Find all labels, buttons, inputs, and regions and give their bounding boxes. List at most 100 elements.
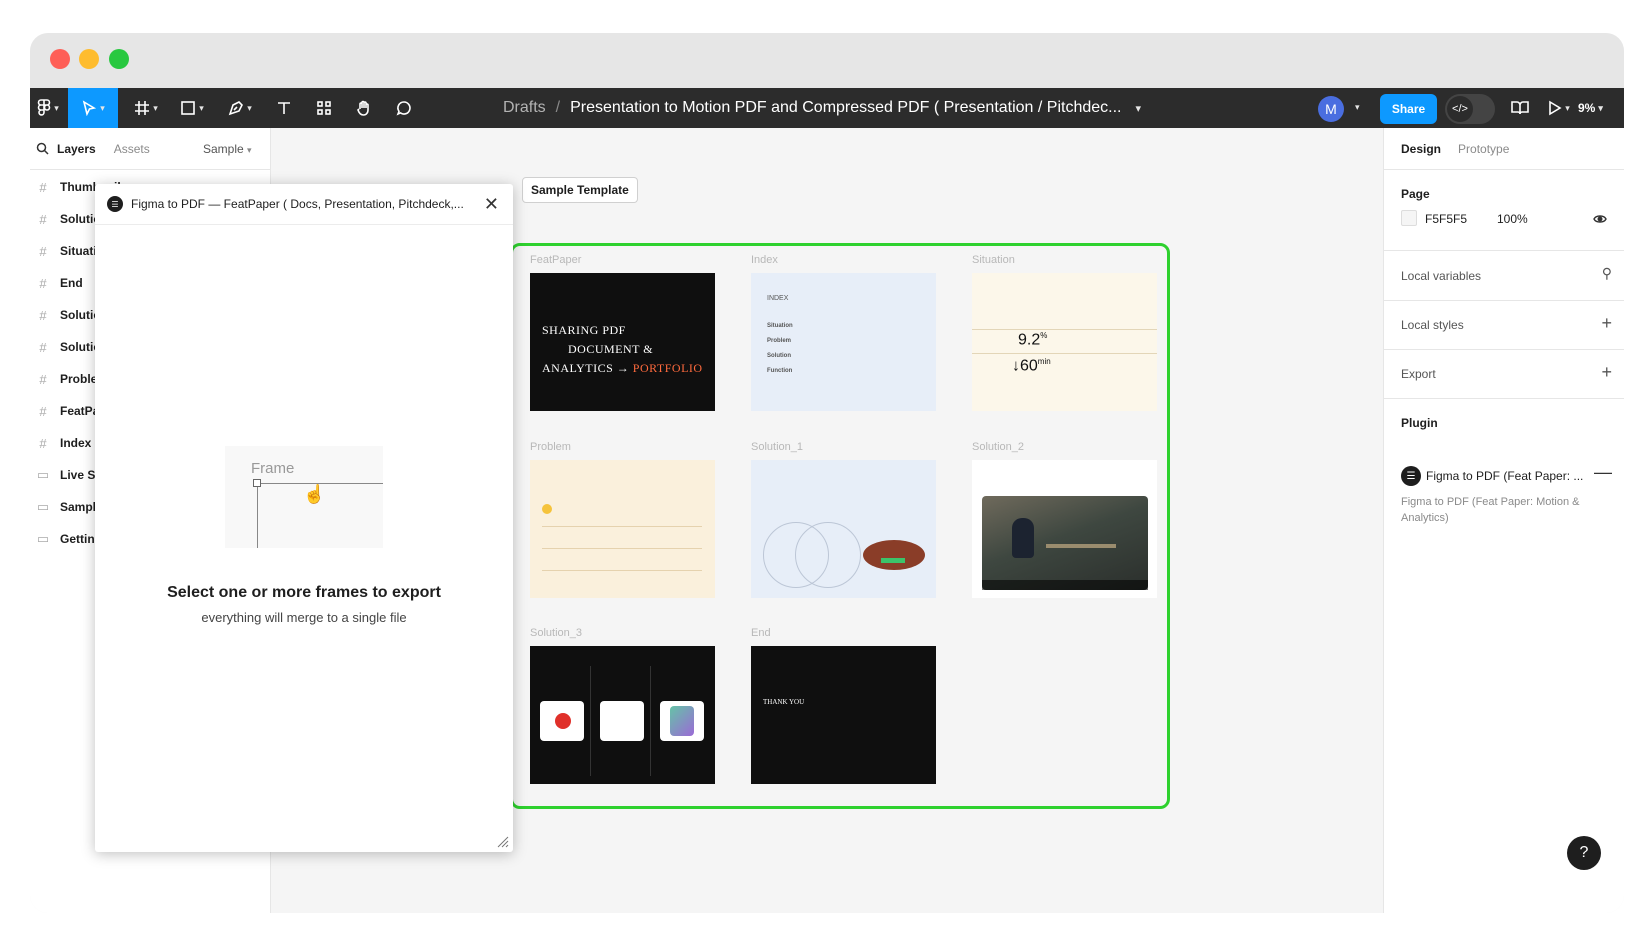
hand-tool-button[interactable] [346, 88, 382, 128]
plugin-window: ☰ Figma to PDF — FeatPaper ( Docs, Prese… [95, 184, 513, 852]
frame-thumbnail-situation[interactable]: 9.2% ↓60min [972, 273, 1157, 411]
resize-handle-icon[interactable] [497, 836, 509, 848]
close-icon[interactable]: ✕ [484, 194, 499, 215]
tab-design[interactable]: Design [1401, 142, 1441, 156]
plugin-subheading: everything will merge to a single file [201, 610, 407, 625]
plugin-title: Figma to PDF — FeatPaper ( Docs, Present… [131, 197, 464, 211]
tab-layers[interactable]: Layers [57, 142, 96, 156]
frame-thumbnail-solution-3[interactable] [530, 646, 715, 784]
chevron-down-icon: ▾ [100, 102, 105, 113]
main-menu-button[interactable]: ▾ [30, 88, 66, 128]
export-section[interactable]: Export + [1384, 350, 1624, 399]
chevron-down-icon: ▾ [199, 102, 204, 113]
file-title[interactable]: Presentation to Motion PDF and Compresse… [570, 99, 1121, 117]
play-icon [1549, 100, 1562, 116]
comment-tool-button[interactable] [386, 88, 422, 128]
layer-label: FeatPa [60, 404, 100, 418]
index-item: Problem [767, 338, 792, 344]
right-panel-tabs: Design Prototype [1384, 128, 1624, 170]
resources-button[interactable] [306, 88, 342, 128]
tab-assets[interactable]: Assets [114, 142, 150, 156]
frame-label[interactable]: Situation [972, 254, 1015, 266]
frame-thumbnail-problem[interactable] [530, 460, 715, 598]
pen-icon [228, 101, 244, 116]
index-item: Situation [767, 323, 793, 329]
frame-thumbnail-featpaper[interactable]: SHARING PDF DOCUMENT & ANALYTICS → PORTF… [530, 273, 715, 411]
frame-icon: # [39, 307, 47, 323]
frame-icon: # [39, 371, 47, 387]
dev-mode-toggle[interactable]: </> [1445, 94, 1495, 124]
chevron-down-icon[interactable]: ▾ [1355, 102, 1360, 113]
help-button[interactable]: ? [1567, 836, 1601, 870]
plugin-logo-icon: ☰ [1401, 466, 1421, 486]
situation-stat-2-unit: min [1037, 357, 1051, 366]
chevron-down-icon: ▾ [54, 102, 59, 113]
local-variables-section[interactable]: Local variables ⚲ [1384, 252, 1624, 301]
frame-thumbnail-index[interactable]: INDEX Situation Problem Solution Functio… [751, 273, 936, 411]
frame-thumbnail-end[interactable]: THANK YOU [751, 646, 936, 784]
layer-label: Situati [60, 244, 97, 258]
close-window-button[interactable] [50, 49, 70, 69]
minimize-window-button[interactable] [79, 49, 99, 69]
title-bar [30, 33, 1624, 88]
tab-prototype[interactable]: Prototype [1458, 142, 1509, 156]
library-button[interactable] [1504, 88, 1536, 128]
plugin-header: ☰ Figma to PDF — FeatPaper ( Docs, Prese… [95, 184, 513, 225]
design-panel: Design Prototype Page F5F5F5 100% Local … [1383, 128, 1624, 913]
page-opacity-value[interactable]: 100% [1497, 212, 1528, 226]
share-button[interactable]: Share [1380, 94, 1437, 124]
search-icon[interactable] [36, 142, 49, 155]
pen-tool-button[interactable]: ▾ [220, 88, 260, 128]
chevron-down-icon[interactable]: ▾ [1136, 102, 1142, 115]
plus-icon[interactable]: + [1601, 362, 1612, 383]
minus-icon[interactable]: — [1594, 462, 1612, 483]
frame-icon [135, 101, 150, 115]
frame-label[interactable]: Solution_1 [751, 441, 803, 453]
plugin-heading: Select one or more frames to export [167, 584, 441, 601]
export-label: Export [1401, 367, 1436, 381]
section-frame[interactable]: FeatPaper Index Situation Problem Soluti… [510, 243, 1170, 809]
sliders-icon[interactable]: ⚲ [1602, 265, 1612, 282]
move-tool-button[interactable]: ▾ [68, 88, 118, 128]
frame-label[interactable]: Solution_3 [530, 627, 582, 639]
section-chip[interactable]: Sample Template [522, 177, 638, 203]
frame-thumbnail-solution-1[interactable] [751, 460, 936, 598]
situation-stat-2: 60 [1020, 357, 1038, 375]
zoom-menu[interactable]: 9% ▾ [1578, 88, 1603, 128]
text-icon [278, 102, 290, 114]
page-color-swatch[interactable] [1401, 210, 1417, 226]
chevron-down-icon: ▾ [153, 102, 158, 113]
chevron-down-icon: ▾ [1598, 102, 1603, 113]
chevron-down-icon: ▾ [247, 145, 252, 155]
local-styles-section[interactable]: Local styles + [1384, 301, 1624, 350]
frame-label[interactable]: End [751, 627, 771, 639]
featpaper-line1: SHARING PDF [542, 323, 626, 337]
comment-icon [396, 101, 411, 116]
frame-label[interactable]: Problem [530, 441, 571, 453]
frame-thumbnail-solution-2[interactable] [972, 460, 1157, 598]
maximize-window-button[interactable] [109, 49, 129, 69]
frame-icon: # [39, 179, 47, 195]
text-tool-button[interactable] [266, 88, 302, 128]
eye-icon[interactable] [1593, 214, 1607, 224]
plugin-name[interactable]: Figma to PDF (Feat Paper: ... [1426, 469, 1583, 483]
section-icon: ▭ [36, 499, 50, 514]
section-icon: ▭ [36, 531, 50, 546]
layer-label: Proble [60, 372, 98, 386]
plus-icon[interactable]: + [1601, 313, 1612, 334]
index-item: Solution [767, 353, 791, 359]
frame-label[interactable]: Solution_2 [972, 441, 1024, 453]
frame-tool-button[interactable]: ▾ [126, 88, 166, 128]
page-color-value[interactable]: F5F5F5 [1425, 212, 1467, 226]
present-button[interactable]: ▾ [1542, 88, 1576, 128]
plugin-logo-icon: ☰ [107, 196, 123, 212]
page-select[interactable]: Sample ▾ [203, 142, 252, 156]
rectangle-icon [181, 101, 196, 115]
breadcrumb-drafts[interactable]: Drafts [503, 99, 546, 117]
frame-icon: # [39, 435, 47, 451]
avatar[interactable]: M [1318, 96, 1344, 122]
hand-icon [357, 100, 369, 116]
frame-label[interactable]: Index [751, 254, 778, 266]
frame-label[interactable]: FeatPaper [530, 254, 581, 266]
shape-tool-button[interactable]: ▾ [172, 88, 212, 128]
